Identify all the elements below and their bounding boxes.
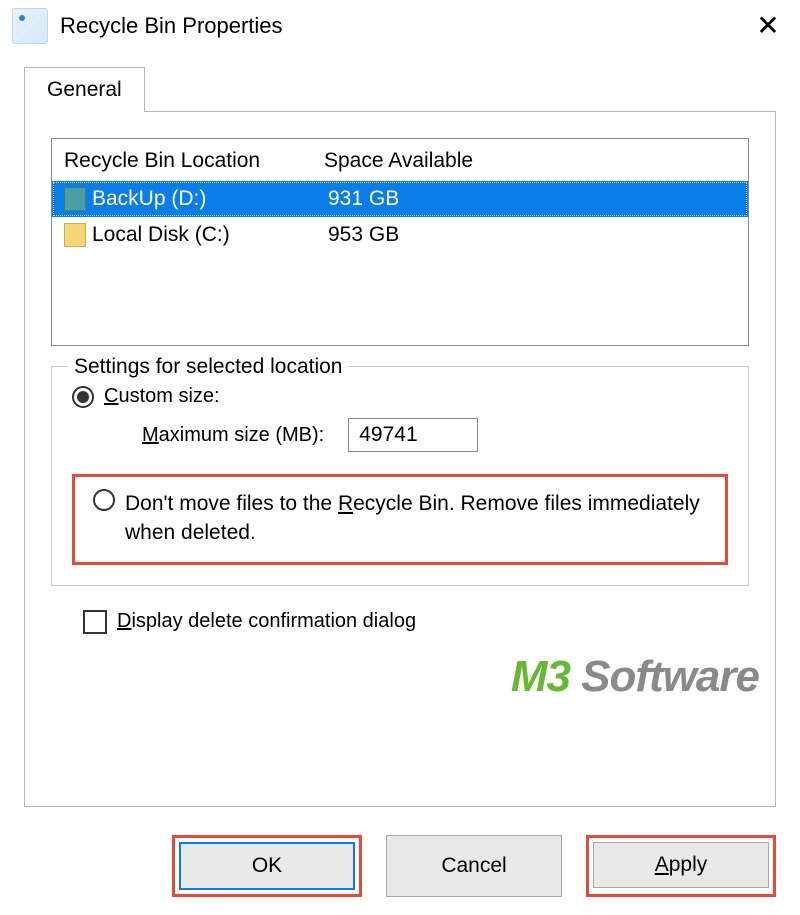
cancel-button[interactable]: Cancel [386, 835, 562, 897]
confirmation-row[interactable]: Display delete confirmation dialog [51, 610, 749, 634]
apply-highlight: Apply [586, 835, 776, 897]
drive-list[interactable]: Recycle Bin Location Space Available Bac… [51, 138, 749, 346]
drive-icon [64, 223, 86, 247]
settings-group: Settings for selected location Custom si… [51, 366, 749, 586]
radio-dont-move-label: Don't move files to the Recycle Bin. Rem… [125, 489, 707, 548]
max-size-input[interactable] [348, 418, 478, 452]
max-size-label: Maximum size (MB): [142, 424, 324, 447]
properties-window: Recycle Bin Properties ✕ General Recycle… [0, 0, 800, 915]
row-space: 931 GB [328, 187, 736, 211]
settings-legend: Settings for selected location [68, 355, 349, 379]
tab-strip: General [24, 66, 776, 111]
checkbox-display-confirmation[interactable] [83, 610, 107, 634]
list-empty-area [52, 253, 748, 345]
titlebar: Recycle Bin Properties ✕ [0, 0, 800, 52]
watermark: M3 Software [511, 652, 759, 702]
header-location: Recycle Bin Location [64, 149, 324, 173]
radio-dont-move-highlight: Don't move files to the Recycle Bin. Rem… [72, 474, 728, 565]
tab-body: Recycle Bin Location Space Available Bac… [24, 111, 776, 807]
recycle-bin-icon [12, 8, 48, 44]
ok-button[interactable]: OK [179, 842, 355, 890]
button-row: OK Cancel Apply [0, 817, 800, 915]
max-size-row: Maximum size (MB): [72, 418, 728, 452]
list-item[interactable]: Local Disk (C:) 953 GB [52, 217, 748, 253]
checkbox-display-confirmation-label: Display delete confirmation dialog [117, 610, 416, 633]
ok-highlight: OK [172, 835, 362, 897]
tab-general[interactable]: General [24, 67, 145, 112]
window-title: Recycle Bin Properties [60, 13, 736, 39]
radio-dont-move[interactable] [93, 489, 115, 511]
radio-custom-size-row[interactable]: Custom size: [72, 385, 728, 408]
apply-button[interactable]: Apply [593, 842, 769, 888]
row-location: BackUp (D:) [92, 187, 322, 211]
list-header: Recycle Bin Location Space Available [52, 139, 748, 181]
close-icon[interactable]: ✕ [748, 12, 788, 40]
header-space: Space Available [324, 149, 736, 173]
radio-custom-size[interactable] [72, 386, 94, 408]
drive-icon [64, 187, 86, 211]
content-area: General Recycle Bin Location Space Avail… [0, 52, 800, 817]
list-item[interactable]: BackUp (D:) 931 GB [52, 181, 748, 217]
radio-custom-size-label: Custom size: [104, 385, 220, 408]
row-location: Local Disk (C:) [92, 223, 322, 247]
row-space: 953 GB [328, 223, 736, 247]
